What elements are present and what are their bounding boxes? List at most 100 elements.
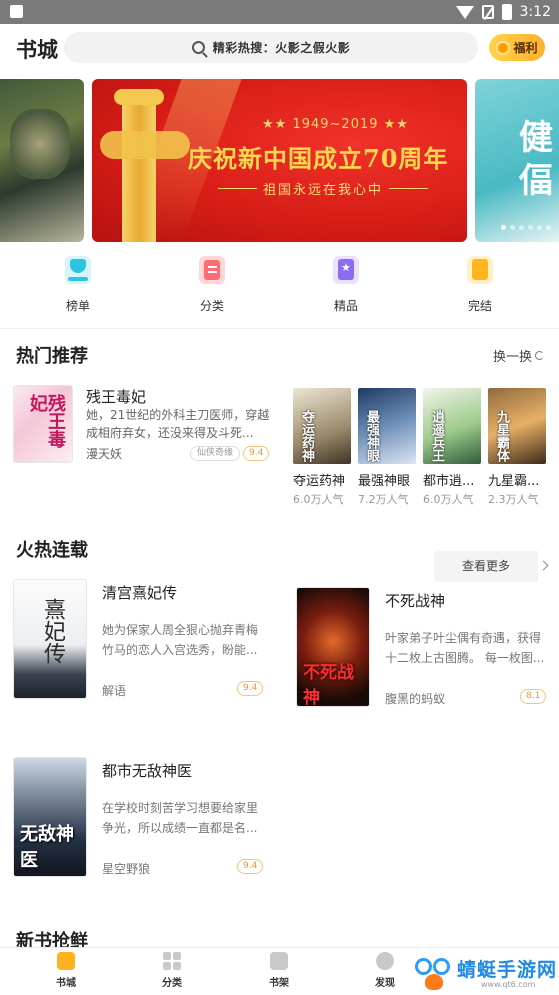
bookstore-icon [57, 952, 75, 970]
cover-title: 夺运药神 [299, 410, 314, 462]
carousel-dot [501, 225, 506, 230]
battery-icon [501, 4, 512, 20]
divider-line [389, 188, 429, 189]
book-card[interactable]: 逍遥兵王 都市逍... 6.0万人气 [423, 388, 481, 507]
serial-book-card[interactable]: 不死战神 不死战神 叶家弟子叶尘偶有奇遇，获得十二枚上古图腾。 每一枚图... … [297, 588, 559, 710]
category-icon [199, 256, 225, 284]
nav-finished[interactable]: 完结 [435, 252, 525, 314]
book-cover: 夺运药神 [293, 388, 351, 464]
view-more-button[interactable]: 查看更多 [434, 551, 538, 582]
book-author: 腹黑的蚂蚁 [385, 692, 446, 706]
book-cover: 不死战神 [297, 588, 369, 706]
cover-title: 熹妃传 [40, 598, 65, 664]
book-title: 不死战神 [385, 592, 446, 610]
genre-tag: 仙侠奇缘 [190, 446, 241, 461]
banner-next-slide[interactable]: 健 偪 [475, 79, 559, 242]
book-description: 她，21世纪的外科主刀医师，穿越成相府弃女，还没来得及斗死... [86, 408, 270, 440]
watermark-url: www.qt6.com [481, 980, 536, 989]
cover-title: 无敌神医 [20, 824, 74, 871]
book-card[interactable]: 夺运药神 夺运药神 6.0万人气 [293, 388, 351, 507]
banner-carousel[interactable]: ★★ 1949~2019 ★★ 庆祝新中国成立70周年 祖国永远在我心中 健 偪 [0, 79, 559, 242]
cover-title: 逍遥兵王 [429, 410, 444, 462]
banner-years: ★★ 1949~2019 ★★ [262, 117, 409, 132]
book-cover: 无敌神医 [14, 758, 86, 876]
carousel-dot [510, 225, 515, 230]
tab-label: 书架 [269, 978, 289, 989]
tab-bookstore[interactable]: 书城 [31, 952, 101, 989]
serial-book-card[interactable]: 熹妃传 清宫熹妃传 她为保家人周全狠心抛弃青梅竹马的恋人入宫选秀，盼能... 解… [14, 580, 276, 702]
tab-label: 分类 [162, 978, 182, 989]
serial-book-card[interactable]: 无敌神医 都市无敌神医 在学校时刻苦学习想要给家里争光，所以成绩一直都是名...… [14, 758, 276, 880]
chevron-right-icon[interactable] [538, 560, 549, 571]
site-watermark: 蜻蜓手游网 www.qt6.com [413, 952, 559, 995]
book-title: 都市逍... [423, 474, 475, 489]
carousel-dot [546, 225, 551, 230]
nav-premium[interactable]: 精品 [301, 252, 391, 314]
carousel-dot [528, 225, 533, 230]
tab-discover[interactable]: 发现 [350, 952, 420, 989]
book-card[interactable]: 九星霸体 九星霸... 2.3万人气 [488, 388, 546, 507]
welfare-label: 福利 [513, 41, 538, 55]
nav-category-label: 分类 [199, 299, 224, 313]
coin-icon [496, 40, 511, 55]
notification-icon [10, 5, 23, 18]
section-title-serial: 火热连载 [16, 540, 88, 561]
nav-ranking[interactable]: 榜单 [33, 252, 123, 314]
wifi-icon [455, 5, 474, 19]
banner-current-slide[interactable]: ★★ 1949~2019 ★★ 庆祝新中国成立70周年 祖国永远在我心中 [92, 79, 467, 242]
status-icons: 3:12 [455, 3, 551, 21]
book-title: 九星霸... [488, 474, 540, 489]
tab-category[interactable]: 分类 [137, 952, 207, 989]
book-cover: 熹妃传 [14, 580, 86, 698]
book-cover: 残王毒妃 [14, 386, 72, 462]
banner-title: 庆祝新中国成立70周年 [188, 144, 449, 173]
header: 书城 精彩热搜：火影之假火影 福利 [0, 24, 559, 72]
grid-icon [163, 952, 181, 970]
score-badge: 9.4 [237, 681, 264, 696]
book-title: 最强神眼 [358, 474, 411, 489]
bookshelf-icon [270, 952, 288, 970]
cover-title: 残王毒妃 [27, 394, 66, 448]
huabiao-top [114, 89, 164, 105]
nav-finished-label: 完结 [467, 299, 492, 313]
divider-line [218, 188, 257, 189]
book-title: 清宫熹妃传 [102, 584, 178, 602]
nav-ranking-label: 榜单 [65, 299, 90, 313]
book-icon [467, 256, 493, 284]
refresh-icon [535, 351, 545, 360]
book-popularity: 6.0万人气 [293, 493, 344, 506]
star-book-icon [333, 256, 359, 284]
huabiao-cloud [100, 131, 190, 159]
banner-prev-slide[interactable] [0, 79, 84, 242]
clock: 3:12 [519, 4, 551, 20]
book-description: 她为保家人周全狠心抛弃青梅竹马的恋人入宫选秀，盼能... [102, 623, 259, 657]
cover-title: 九星霸体 [494, 410, 509, 462]
tab-bookshelf[interactable]: 书架 [244, 952, 314, 989]
cover-title: 最强神眼 [364, 410, 379, 462]
book-description: 叶家弟子叶尘偶有奇遇，获得十二枚上古图腾。 每一枚图... [385, 631, 545, 665]
welfare-button[interactable]: 福利 [489, 34, 545, 61]
book-author: 星空野狼 [102, 862, 151, 876]
search-icon [191, 41, 205, 54]
category-nav: 榜单 分类 精品 完结 [0, 252, 559, 324]
huabiao-pillar-image [122, 99, 156, 242]
page-title: 书城 [16, 37, 58, 62]
book-popularity: 6.0万人气 [423, 493, 474, 506]
book-title: 残王毒妃 [86, 388, 147, 406]
logo-eye [433, 958, 450, 975]
book-title: 夺运药神 [293, 474, 346, 489]
cover-title: 不死战神 [303, 663, 354, 706]
book-author: 解语 [102, 684, 127, 698]
featured-book[interactable]: 残王毒妃 残王毒妃 她，21世纪的外科主刀医师，穿越成相府弃女，还没来得及斗死.… [14, 386, 274, 466]
book-card[interactable]: 最强神眼 最强神眼 7.2万人气 [358, 388, 416, 507]
book-cover: 最强神眼 [358, 388, 416, 464]
search-bar[interactable]: 精彩热搜：火影之假火影 [64, 32, 478, 63]
no-sim-icon [481, 5, 494, 19]
nav-category[interactable]: 分类 [167, 252, 257, 314]
banner-next-text: 健 偪 [519, 118, 553, 201]
book-popularity: 7.2万人气 [358, 493, 409, 506]
tab-label: 发现 [375, 978, 395, 989]
nav-premium-label: 精品 [333, 299, 358, 313]
logo-body [425, 974, 443, 990]
refresh-button[interactable]: 换一换 [493, 346, 545, 365]
